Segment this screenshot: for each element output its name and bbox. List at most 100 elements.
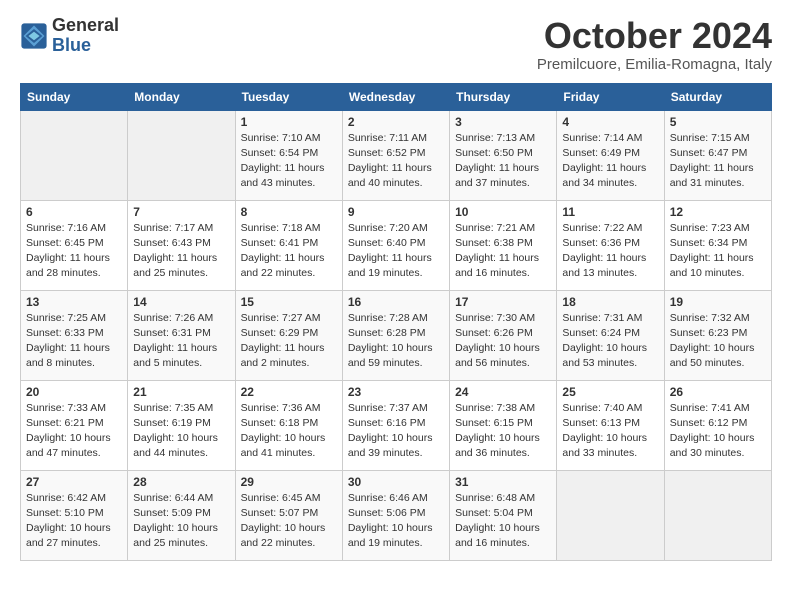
weekday-header: Saturday (664, 83, 771, 110)
page: General Blue October 2024 Premilcuore, E… (0, 0, 792, 577)
header: General Blue October 2024 Premilcuore, E… (20, 16, 772, 73)
day-info: Sunrise: 7:37 AMSunset: 6:16 PMDaylight:… (348, 401, 444, 462)
calendar-cell: 21Sunrise: 7:35 AMSunset: 6:19 PMDayligh… (128, 380, 235, 470)
day-number: 23 (348, 385, 444, 399)
day-info: Sunrise: 7:10 AMSunset: 6:54 PMDaylight:… (241, 131, 337, 192)
day-number: 16 (348, 295, 444, 309)
day-number: 22 (241, 385, 337, 399)
calendar-cell: 4 Sunrise: 7:14 AMSunset: 6:49 PMDaylight… (557, 110, 664, 200)
weekday-header: Monday (128, 83, 235, 110)
calendar-table: SundayMondayTuesdayWednesdayThursdayFrid… (20, 83, 772, 561)
calendar-cell: 14Sunrise: 7:26 AMSunset: 6:31 PMDayligh… (128, 290, 235, 380)
day-info: Sunrise: 6:44 AMSunset: 5:09 PMDaylight:… (133, 491, 229, 552)
weekday-header: Friday (557, 83, 664, 110)
day-number: 21 (133, 385, 229, 399)
day-info: Sunrise: 7:36 AMSunset: 6:18 PMDaylight:… (241, 401, 337, 462)
calendar-cell: 12Sunrise: 7:23 AMSunset: 6:34 PMDayligh… (664, 200, 771, 290)
day-number: 19 (670, 295, 766, 309)
calendar-cell: 6 Sunrise: 7:16 AMSunset: 6:45 PMDaylight… (21, 200, 128, 290)
day-info: Sunrise: 7:21 AMSunset: 6:38 PMDaylight:… (455, 221, 551, 282)
day-info: Sunrise: 7:16 AMSunset: 6:45 PMDaylight:… (26, 221, 122, 282)
calendar-cell: 25 Sunrise: 7:40 AMSunset: 6:13 PMDayligh… (557, 380, 664, 470)
calendar-cell: 23 Sunrise: 7:37 AMSunset: 6:16 PMDayligh… (342, 380, 449, 470)
day-number: 10 (455, 205, 551, 219)
day-number: 7 (133, 205, 229, 219)
day-info: Sunrise: 7:38 AMSunset: 6:15 PMDaylight:… (455, 401, 551, 462)
day-number: 30 (348, 475, 444, 489)
calendar-cell: 8Sunrise: 7:18 AMSunset: 6:41 PMDaylight… (235, 200, 342, 290)
title-section: October 2024 Premilcuore, Emilia-Romagna… (537, 16, 772, 73)
day-number: 29 (241, 475, 337, 489)
calendar-week-row: 20 Sunrise: 7:33 AMSunset: 6:21 PMDayligh… (21, 380, 772, 470)
day-number: 1 (241, 115, 337, 129)
calendar-cell: 7Sunrise: 7:17 AMSunset: 6:43 PMDaylight… (128, 200, 235, 290)
header-row: SundayMondayTuesdayWednesdayThursdayFrid… (21, 83, 772, 110)
day-info: Sunrise: 7:40 AMSunset: 6:13 PMDaylight:… (562, 401, 658, 462)
day-number: 31 (455, 475, 551, 489)
logo-text: General Blue (52, 16, 119, 56)
calendar-cell: 10 Sunrise: 7:21 AMSunset: 6:38 PMDayligh… (450, 200, 557, 290)
weekday-header: Wednesday (342, 83, 449, 110)
calendar-cell: 13Sunrise: 7:25 AMSunset: 6:33 PMDayligh… (21, 290, 128, 380)
day-info: Sunrise: 6:46 AMSunset: 5:06 PMDaylight:… (348, 491, 444, 552)
calendar-cell: 24Sunrise: 7:38 AMSunset: 6:15 PMDayligh… (450, 380, 557, 470)
day-number: 12 (670, 205, 766, 219)
location-title: Premilcuore, Emilia-Romagna, Italy (537, 56, 772, 73)
calendar-cell: 22 Sunrise: 7:36 AMSunset: 6:18 PMDayligh… (235, 380, 342, 470)
day-info: Sunrise: 6:42 AMSunset: 5:10 PMDaylight:… (26, 491, 122, 552)
day-number: 3 (455, 115, 551, 129)
calendar-cell: 31 Sunrise: 6:48 AMSunset: 5:04 PMDayligh… (450, 470, 557, 560)
day-info: Sunrise: 7:18 AMSunset: 6:41 PMDaylight:… (241, 221, 337, 282)
calendar-cell: 11Sunrise: 7:22 AMSunset: 6:36 PMDayligh… (557, 200, 664, 290)
day-number: 14 (133, 295, 229, 309)
logo: General Blue (20, 16, 119, 56)
day-info: Sunrise: 7:11 AMSunset: 6:52 PMDaylight:… (348, 131, 444, 192)
calendar-cell: 18Sunrise: 7:31 AMSunset: 6:24 PMDayligh… (557, 290, 664, 380)
calendar-week-row: 6 Sunrise: 7:16 AMSunset: 6:45 PMDaylight… (21, 200, 772, 290)
day-number: 2 (348, 115, 444, 129)
day-number: 26 (670, 385, 766, 399)
day-info: Sunrise: 7:15 AMSunset: 6:47 PMDaylight:… (670, 131, 766, 192)
calendar-cell: 29 Sunrise: 6:45 AMSunset: 5:07 PMDayligh… (235, 470, 342, 560)
calendar-cell: 5 Sunrise: 7:15 AMSunset: 6:47 PMDaylight… (664, 110, 771, 200)
day-number: 4 (562, 115, 658, 129)
day-info: Sunrise: 6:48 AMSunset: 5:04 PMDaylight:… (455, 491, 551, 552)
calendar-cell: 20 Sunrise: 7:33 AMSunset: 6:21 PMDayligh… (21, 380, 128, 470)
calendar-cell (128, 110, 235, 200)
day-info: Sunrise: 7:33 AMSunset: 6:21 PMDaylight:… (26, 401, 122, 462)
day-info: Sunrise: 6:45 AMSunset: 5:07 PMDaylight:… (241, 491, 337, 552)
calendar-cell (557, 470, 664, 560)
day-number: 17 (455, 295, 551, 309)
calendar-week-row: 1 Sunrise: 7:10 AMSunset: 6:54 PMDaylight… (21, 110, 772, 200)
day-info: Sunrise: 7:30 AMSunset: 6:26 PMDaylight:… (455, 311, 551, 372)
calendar-cell: 15 Sunrise: 7:27 AMSunset: 6:29 PMDayligh… (235, 290, 342, 380)
day-info: Sunrise: 7:27 AMSunset: 6:29 PMDaylight:… (241, 311, 337, 372)
day-info: Sunrise: 7:14 AMSunset: 6:49 PMDaylight:… (562, 131, 658, 192)
day-info: Sunrise: 7:31 AMSunset: 6:24 PMDaylight:… (562, 311, 658, 372)
day-number: 27 (26, 475, 122, 489)
day-info: Sunrise: 7:32 AMSunset: 6:23 PMDaylight:… (670, 311, 766, 372)
calendar-cell (664, 470, 771, 560)
weekday-header: Sunday (21, 83, 128, 110)
calendar-cell: 17 Sunrise: 7:30 AMSunset: 6:26 PMDayligh… (450, 290, 557, 380)
calendar-cell: 3Sunrise: 7:13 AMSunset: 6:50 PMDaylight… (450, 110, 557, 200)
calendar-cell (21, 110, 128, 200)
day-number: 20 (26, 385, 122, 399)
logo-blue: Blue (52, 36, 119, 56)
month-title: October 2024 (537, 16, 772, 56)
day-info: Sunrise: 7:22 AMSunset: 6:36 PMDaylight:… (562, 221, 658, 282)
day-number: 25 (562, 385, 658, 399)
calendar-cell: 27 Sunrise: 6:42 AMSunset: 5:10 PMDayligh… (21, 470, 128, 560)
calendar-cell: 26Sunrise: 7:41 AMSunset: 6:12 PMDayligh… (664, 380, 771, 470)
weekday-header: Tuesday (235, 83, 342, 110)
calendar-cell: 1 Sunrise: 7:10 AMSunset: 6:54 PMDaylight… (235, 110, 342, 200)
day-number: 13 (26, 295, 122, 309)
day-number: 5 (670, 115, 766, 129)
calendar-cell: 30 Sunrise: 6:46 AMSunset: 5:06 PMDayligh… (342, 470, 449, 560)
logo-icon (20, 22, 48, 50)
day-number: 6 (26, 205, 122, 219)
calendar-cell: 16Sunrise: 7:28 AMSunset: 6:28 PMDayligh… (342, 290, 449, 380)
calendar-cell: 19 Sunrise: 7:32 AMSunset: 6:23 PMDayligh… (664, 290, 771, 380)
day-number: 15 (241, 295, 337, 309)
calendar-cell: 2 Sunrise: 7:11 AMSunset: 6:52 PMDaylight… (342, 110, 449, 200)
